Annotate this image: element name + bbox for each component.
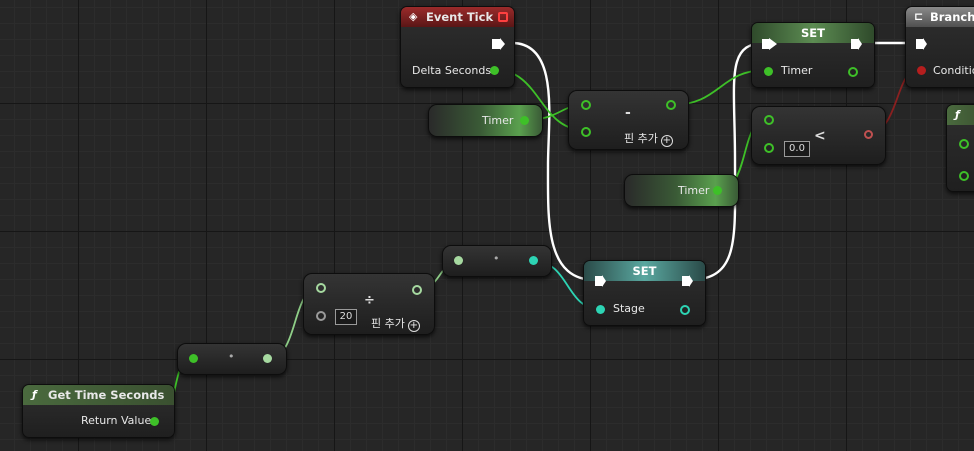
branch-title: Branch xyxy=(930,10,974,24)
condition-label: Conditio xyxy=(933,64,974,77)
subtract-node[interactable]: - 핀 추가 + xyxy=(568,90,689,150)
get-time-title: Get Time Seconds xyxy=(48,388,165,402)
add-pin-label: 핀 추가 xyxy=(371,317,405,330)
divide-operator: ÷ xyxy=(364,293,375,308)
set-timer-out-pin[interactable] xyxy=(848,67,858,77)
timer-var-2-out-pin[interactable] xyxy=(713,186,722,195)
set-timer-exec-out-arrow xyxy=(858,38,862,50)
blueprint-graph[interactable]: ◈ Event Tick Delta Seconds Timer - 핀 추가 +… xyxy=(0,0,974,451)
partial-function-header: ƒ xyxy=(947,105,974,125)
set-stage-out-pin[interactable] xyxy=(680,305,690,315)
less-in-a-pin[interactable] xyxy=(764,115,774,125)
return-value-pin[interactable] xyxy=(150,417,159,426)
branch-icon: ⊏ xyxy=(914,10,924,23)
delta-seconds-pin[interactable] xyxy=(490,66,499,75)
set-stage-exec-in-arrow xyxy=(602,275,606,287)
subtract-in-b-pin[interactable] xyxy=(581,127,591,137)
function-node-partial[interactable]: ƒ xyxy=(946,104,974,192)
add-pin-label: 핀 추가 xyxy=(624,132,658,145)
conversion-node-1[interactable]: • xyxy=(177,343,287,375)
timer-variable-node-2[interactable]: Timer xyxy=(624,174,739,207)
timer-variable-node[interactable]: Timer xyxy=(428,104,543,137)
less-in-b-pin[interactable] xyxy=(764,143,774,153)
get-time-seconds-node[interactable]: ƒ Get Time Seconds Return Value xyxy=(22,384,175,438)
set-stage-node[interactable]: SET Stage xyxy=(583,260,706,326)
conv2-in-pin[interactable] xyxy=(454,256,463,265)
timer-var-out-pin[interactable] xyxy=(520,116,529,125)
set-stage-label: Stage xyxy=(613,302,645,315)
divide-out-pin[interactable] xyxy=(412,285,422,295)
subtract-operator: - xyxy=(625,105,631,121)
conv1-dot: • xyxy=(228,350,235,363)
plus-circle-icon: + xyxy=(660,135,673,147)
add-pin-button[interactable]: 핀 추가 + xyxy=(371,315,420,332)
less-out-pin[interactable] xyxy=(864,130,873,139)
less-than-node[interactable]: 0.0 < xyxy=(751,106,886,165)
conv2-dot: • xyxy=(493,252,500,265)
less-value-input[interactable]: 0.0 xyxy=(784,141,810,157)
event-tick-node[interactable]: ◈ Event Tick Delta Seconds xyxy=(400,6,515,88)
set-timer-in-pin[interactable] xyxy=(764,67,773,76)
conv2-out-pin[interactable] xyxy=(529,256,538,265)
divide-in-a-pin[interactable] xyxy=(316,283,326,293)
set-timer-exec-in-pin xyxy=(762,39,770,49)
timer-var-2-label: Timer xyxy=(678,184,710,197)
timer-var-label: Timer xyxy=(482,114,514,127)
branch-header: ⊏ Branch xyxy=(906,7,974,27)
set-timer-label: Timer xyxy=(781,64,813,77)
branch-exec-in-arrow xyxy=(923,38,927,50)
subtract-in-a-pin[interactable] xyxy=(581,100,591,110)
delta-seconds-label: Delta Seconds xyxy=(412,64,492,77)
conv1-in-pin[interactable] xyxy=(189,354,198,363)
conv1-out-pin[interactable] xyxy=(263,354,272,363)
exec-out-arrow xyxy=(500,38,505,50)
less-operator: < xyxy=(814,128,826,144)
divide-value-input[interactable]: 20 xyxy=(335,309,357,325)
set-timer-node[interactable]: SET Timer xyxy=(751,22,875,88)
add-pin-button[interactable]: 핀 추가 + xyxy=(624,130,673,147)
delegate-icon[interactable] xyxy=(498,12,508,22)
conversion-node-2[interactable]: • xyxy=(442,245,552,277)
partial-in-pin-1[interactable] xyxy=(959,139,969,149)
return-value-label: Return Value xyxy=(81,414,152,427)
divide-node[interactable]: 20 ÷ 핀 추가 + xyxy=(303,273,435,335)
plus-circle-icon: + xyxy=(407,320,420,332)
event-diamond-icon: ◈ xyxy=(409,10,418,23)
event-tick-title: Event Tick xyxy=(426,10,494,24)
set-stage-in-pin[interactable] xyxy=(596,305,605,314)
get-time-header: ƒ Get Time Seconds xyxy=(23,385,174,405)
set-stage-exec-out-arrow xyxy=(689,275,693,287)
divide-in-b-pin[interactable] xyxy=(316,311,326,321)
event-tick-header[interactable]: ◈ Event Tick xyxy=(401,7,514,27)
set-timer-exec-in-arrow[interactable] xyxy=(769,38,777,50)
partial-in-pin-2[interactable] xyxy=(959,171,969,181)
function-icon: ƒ xyxy=(955,108,960,121)
condition-pin[interactable] xyxy=(917,66,926,75)
branch-node[interactable]: ⊏ Branch Conditio xyxy=(905,6,974,88)
subtract-out-pin[interactable] xyxy=(666,100,676,110)
exec-out-pin[interactable] xyxy=(492,39,500,49)
function-icon: ƒ xyxy=(32,388,37,401)
